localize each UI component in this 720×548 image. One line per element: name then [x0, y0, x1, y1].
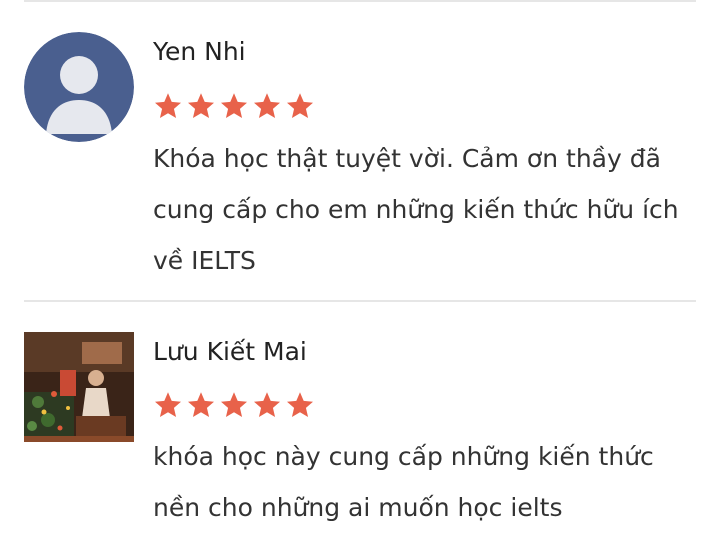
- star-icon: [186, 91, 216, 121]
- star-icon: [252, 91, 282, 121]
- review-comment: khóa học này cung cấp những kiến thức nề…: [153, 442, 654, 522]
- default-user-silhouette-icon: [24, 32, 134, 142]
- star-icon: [153, 91, 183, 121]
- reviewer-name: Yen Nhi: [153, 37, 246, 66]
- reviews-page: Yen Nhi Khóa học thật tuyệt vời. Cảm ơn …: [0, 0, 720, 548]
- review-comment: Khóa học thật tuyệt vời. Cảm ơn thầy đã …: [153, 144, 679, 275]
- rating-stars: [153, 91, 315, 121]
- star-icon: [285, 91, 315, 121]
- star-icon: [219, 390, 249, 420]
- review-item: Lưu Kiết Mai khóa học này cung cấp những…: [24, 302, 696, 548]
- avatar: [24, 332, 134, 442]
- review-item: Yen Nhi Khóa học thật tuyệt vời. Cảm ơn …: [24, 2, 696, 300]
- rating-stars: [153, 390, 315, 420]
- star-icon: [219, 91, 249, 121]
- avatar: [24, 32, 134, 142]
- star-icon: [186, 390, 216, 420]
- star-icon: [252, 390, 282, 420]
- reviewer-name: Lưu Kiết Mai: [153, 337, 307, 366]
- star-icon: [285, 390, 315, 420]
- star-icon: [153, 390, 183, 420]
- user-photo: [24, 332, 134, 442]
